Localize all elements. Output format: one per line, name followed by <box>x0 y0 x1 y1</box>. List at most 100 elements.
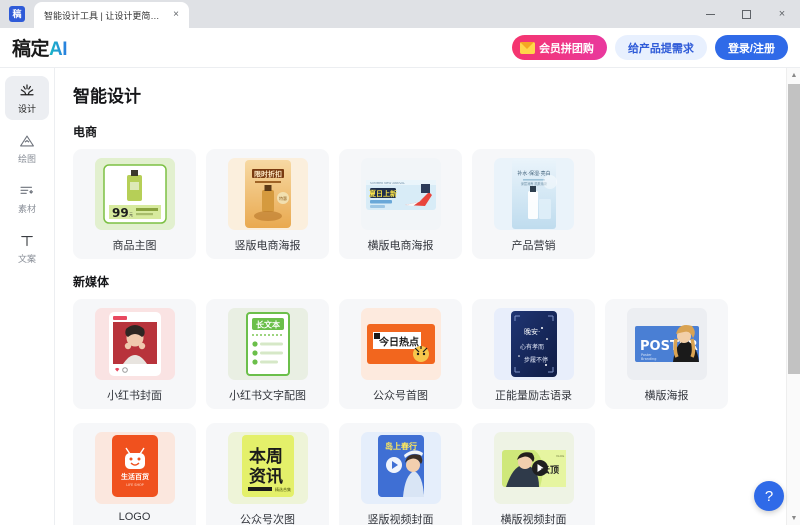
thumb-navy-quote: 晚安· 心有孝而 步履不停 <box>494 308 574 380</box>
card-label: 产品营销 <box>512 237 556 253</box>
help-button[interactable]: ? <box>754 481 784 511</box>
list-settings-icon <box>18 182 36 200</box>
close-window-button[interactable]: × <box>764 0 800 28</box>
sidebar-item-copywriting[interactable]: 文案 <box>5 226 49 270</box>
scroll-up-arrow-icon[interactable]: ▲ <box>787 68 800 82</box>
card-wechat-header-image[interactable]: 今日热点 公众号首图 <box>339 299 462 409</box>
svg-text:元: 元 <box>129 212 133 217</box>
card-label: 小红书文字配图 <box>229 387 306 403</box>
section-new-media: 新媒体 <box>73 273 770 409</box>
sidebar-label-copywriting: 文案 <box>18 252 36 265</box>
card-vertical-ecommerce-poster[interactable]: 限时折扣 特惠 竖版电商海报 <box>206 149 329 259</box>
scroll-down-arrow-icon[interactable]: ▼ <box>787 511 800 525</box>
card-label: LOGO <box>119 511 151 523</box>
thumb-green-longtext: 长文本 <box>228 308 308 380</box>
svg-text:SUMMER NEW ARRIVAL: SUMMER NEW ARRIVAL <box>370 181 405 185</box>
svg-text:本周: 本周 <box>249 446 283 467</box>
thumbnail: 补水·保湿·亮白 深层润养 肌肤焕新 <box>494 158 574 230</box>
minimize-button[interactable] <box>692 0 728 28</box>
thumbnail <box>95 308 175 380</box>
card-xiaohongshu-text-image[interactable]: 长文本 <box>206 299 329 409</box>
thumb-blue-island-travel: 岛上春行 <box>361 432 441 504</box>
thumbnail: SUMMER NEW ARRIVAL 夏日上新 <box>361 158 441 230</box>
svg-text:LIFE SHOP: LIFE SHOP <box>126 483 143 487</box>
tab-title: 智能设计工具 | 让设计更简单更高... <box>44 9 165 22</box>
thumb-blue-poster-model: POSTER Poster Branding <box>627 308 707 380</box>
thumbnail: 今日热点 <box>361 308 441 380</box>
card-label: 横版海报 <box>645 387 689 403</box>
card-label: 公众号首图 <box>373 387 428 403</box>
svg-text:限时折扣: 限时折扣 <box>254 170 282 179</box>
section-ecommerce: 电商 99 元 <box>73 123 770 259</box>
logo-accent: AI <box>49 39 67 60</box>
thumbnail: 云顶 VLOG <box>494 432 574 504</box>
sidebar-item-materials[interactable]: 素材 <box>5 176 49 220</box>
svg-text:步履不停: 步履不停 <box>524 356 548 364</box>
card-label: 竖版电商海报 <box>235 237 301 253</box>
thumb-green-bottle-99: 99 元 <box>95 158 175 230</box>
card-horizontal-video-cover[interactable]: 云顶 VLOG 横版视频封面 <box>472 423 595 525</box>
card-vertical-video-cover[interactable]: 岛上春行 竖版视频封面 <box>339 423 462 525</box>
svg-text:岛上春行: 岛上春行 <box>385 441 417 451</box>
svg-text:心有孝而: 心有孝而 <box>520 343 544 351</box>
main-content: 智能设计 电商 9 <box>55 68 786 525</box>
card-grid-ecommerce: 99 元 商品主图 <box>73 149 770 259</box>
svg-text:精选合集: 精选合集 <box>275 486 291 492</box>
section-title-new-media: 新媒体 <box>73 273 770 290</box>
svg-text:生活百货: 生活百货 <box>121 472 149 481</box>
app-logo[interactable]: 稿定AI <box>12 34 67 61</box>
thumb-green-video-cover: 云顶 VLOG <box>494 432 574 504</box>
card-label: 横版电商海报 <box>368 237 434 253</box>
sun-sparkle-icon <box>18 82 36 100</box>
scrollbar-thumb[interactable] <box>788 84 800 374</box>
card-xiaohongshu-cover[interactable]: 小红书封面 <box>73 299 196 409</box>
card-label: 正能量励志语录 <box>495 387 572 403</box>
header-actions: 会员拼团购 给产品提需求 登录/注册 <box>512 35 788 60</box>
browser-titlebar: 稿 智能设计工具 | 让设计更简单更高... × × <box>0 0 800 28</box>
page-title: 智能设计 <box>73 82 770 107</box>
main-scrollbar[interactable]: ▲ ▼ <box>786 68 800 525</box>
card-positive-quotes[interactable]: 晚安· 心有孝而 步履不停 正能量励志语录 <box>472 299 595 409</box>
card-product-marketing[interactable]: 补水·保湿·亮白 深层润养 肌肤焕新 产品营销 <box>472 149 595 259</box>
thumbnail: 限时折扣 特惠 <box>228 158 308 230</box>
card-horizontal-ecommerce-poster[interactable]: SUMMER NEW ARRIVAL 夏日上新 横版电商海报 <box>339 149 462 259</box>
feature-request-button[interactable]: 给产品提需求 <box>615 35 707 60</box>
card-product-main-image[interactable]: 99 元 商品主图 <box>73 149 196 259</box>
svg-text:夏日上新: 夏日上新 <box>368 189 397 198</box>
svg-text:补水·保湿·亮白: 补水·保湿·亮白 <box>517 170 550 177</box>
thumbnail: 长文本 <box>228 308 308 380</box>
svg-text:特惠: 特惠 <box>279 195 287 201</box>
thumb-blue-shoe-banner: SUMMER NEW ARRIVAL 夏日上新 <box>361 158 441 230</box>
mountain-icon <box>18 132 36 150</box>
thumbnail: 99 元 <box>95 158 175 230</box>
tab-close-icon[interactable]: × <box>169 8 183 22</box>
thumb-orange-logo-shop: 生活百货 LIFE SHOP <box>95 432 175 504</box>
maximize-button[interactable] <box>728 0 764 28</box>
thumbnail: 生活百货 LIFE SHOP <box>95 432 175 504</box>
svg-text:云顶: 云顶 <box>540 465 558 476</box>
svg-text:VLOG: VLOG <box>556 454 565 458</box>
login-register-button[interactable]: 登录/注册 <box>715 35 788 60</box>
thumb-orange-discount: 限时折扣 特惠 <box>228 158 308 230</box>
group-buy-button[interactable]: 会员拼团购 <box>512 35 607 60</box>
svg-text:资讯: 资讯 <box>249 466 283 487</box>
card-label: 横版视频封面 <box>501 511 567 525</box>
card-horizontal-poster[interactable]: POSTER Poster Branding 横版海报 <box>605 299 728 409</box>
card-label: 商品主图 <box>113 237 157 253</box>
card-wechat-secondary-image[interactable]: 本周 资讯 精选合集 公众号次图 <box>206 423 329 525</box>
thumbnail: 晚安· 心有孝而 步履不停 <box>494 308 574 380</box>
sidebar-label-design: 设计 <box>18 102 36 115</box>
sidebar-label-drawing: 绘图 <box>18 152 36 165</box>
card-logo[interactable]: 生活百货 LIFE SHOP LOGO <box>73 423 196 525</box>
tab-strip: 稿 智能设计工具 | 让设计更简单更高... × <box>0 0 692 28</box>
thumb-lightblue-serum: 补水·保湿·亮白 深层润养 肌肤焕新 <box>494 158 574 230</box>
card-label: 小红书封面 <box>107 387 162 403</box>
svg-text:晚安·: 晚安· <box>524 327 540 336</box>
site-favicon: 稿 <box>9 6 25 22</box>
browser-tab[interactable]: 智能设计工具 | 让设计更简单更高... × <box>34 2 189 28</box>
app-window: 稿 智能设计工具 | 让设计更简单更高... × × 稿定AI 会员拼团购 给产… <box>0 0 800 525</box>
text-T-icon <box>18 232 36 250</box>
svg-text:长文本: 长文本 <box>256 320 280 330</box>
sidebar-item-drawing[interactable]: 绘图 <box>5 126 49 170</box>
sidebar-item-design[interactable]: 设计 <box>5 76 49 120</box>
